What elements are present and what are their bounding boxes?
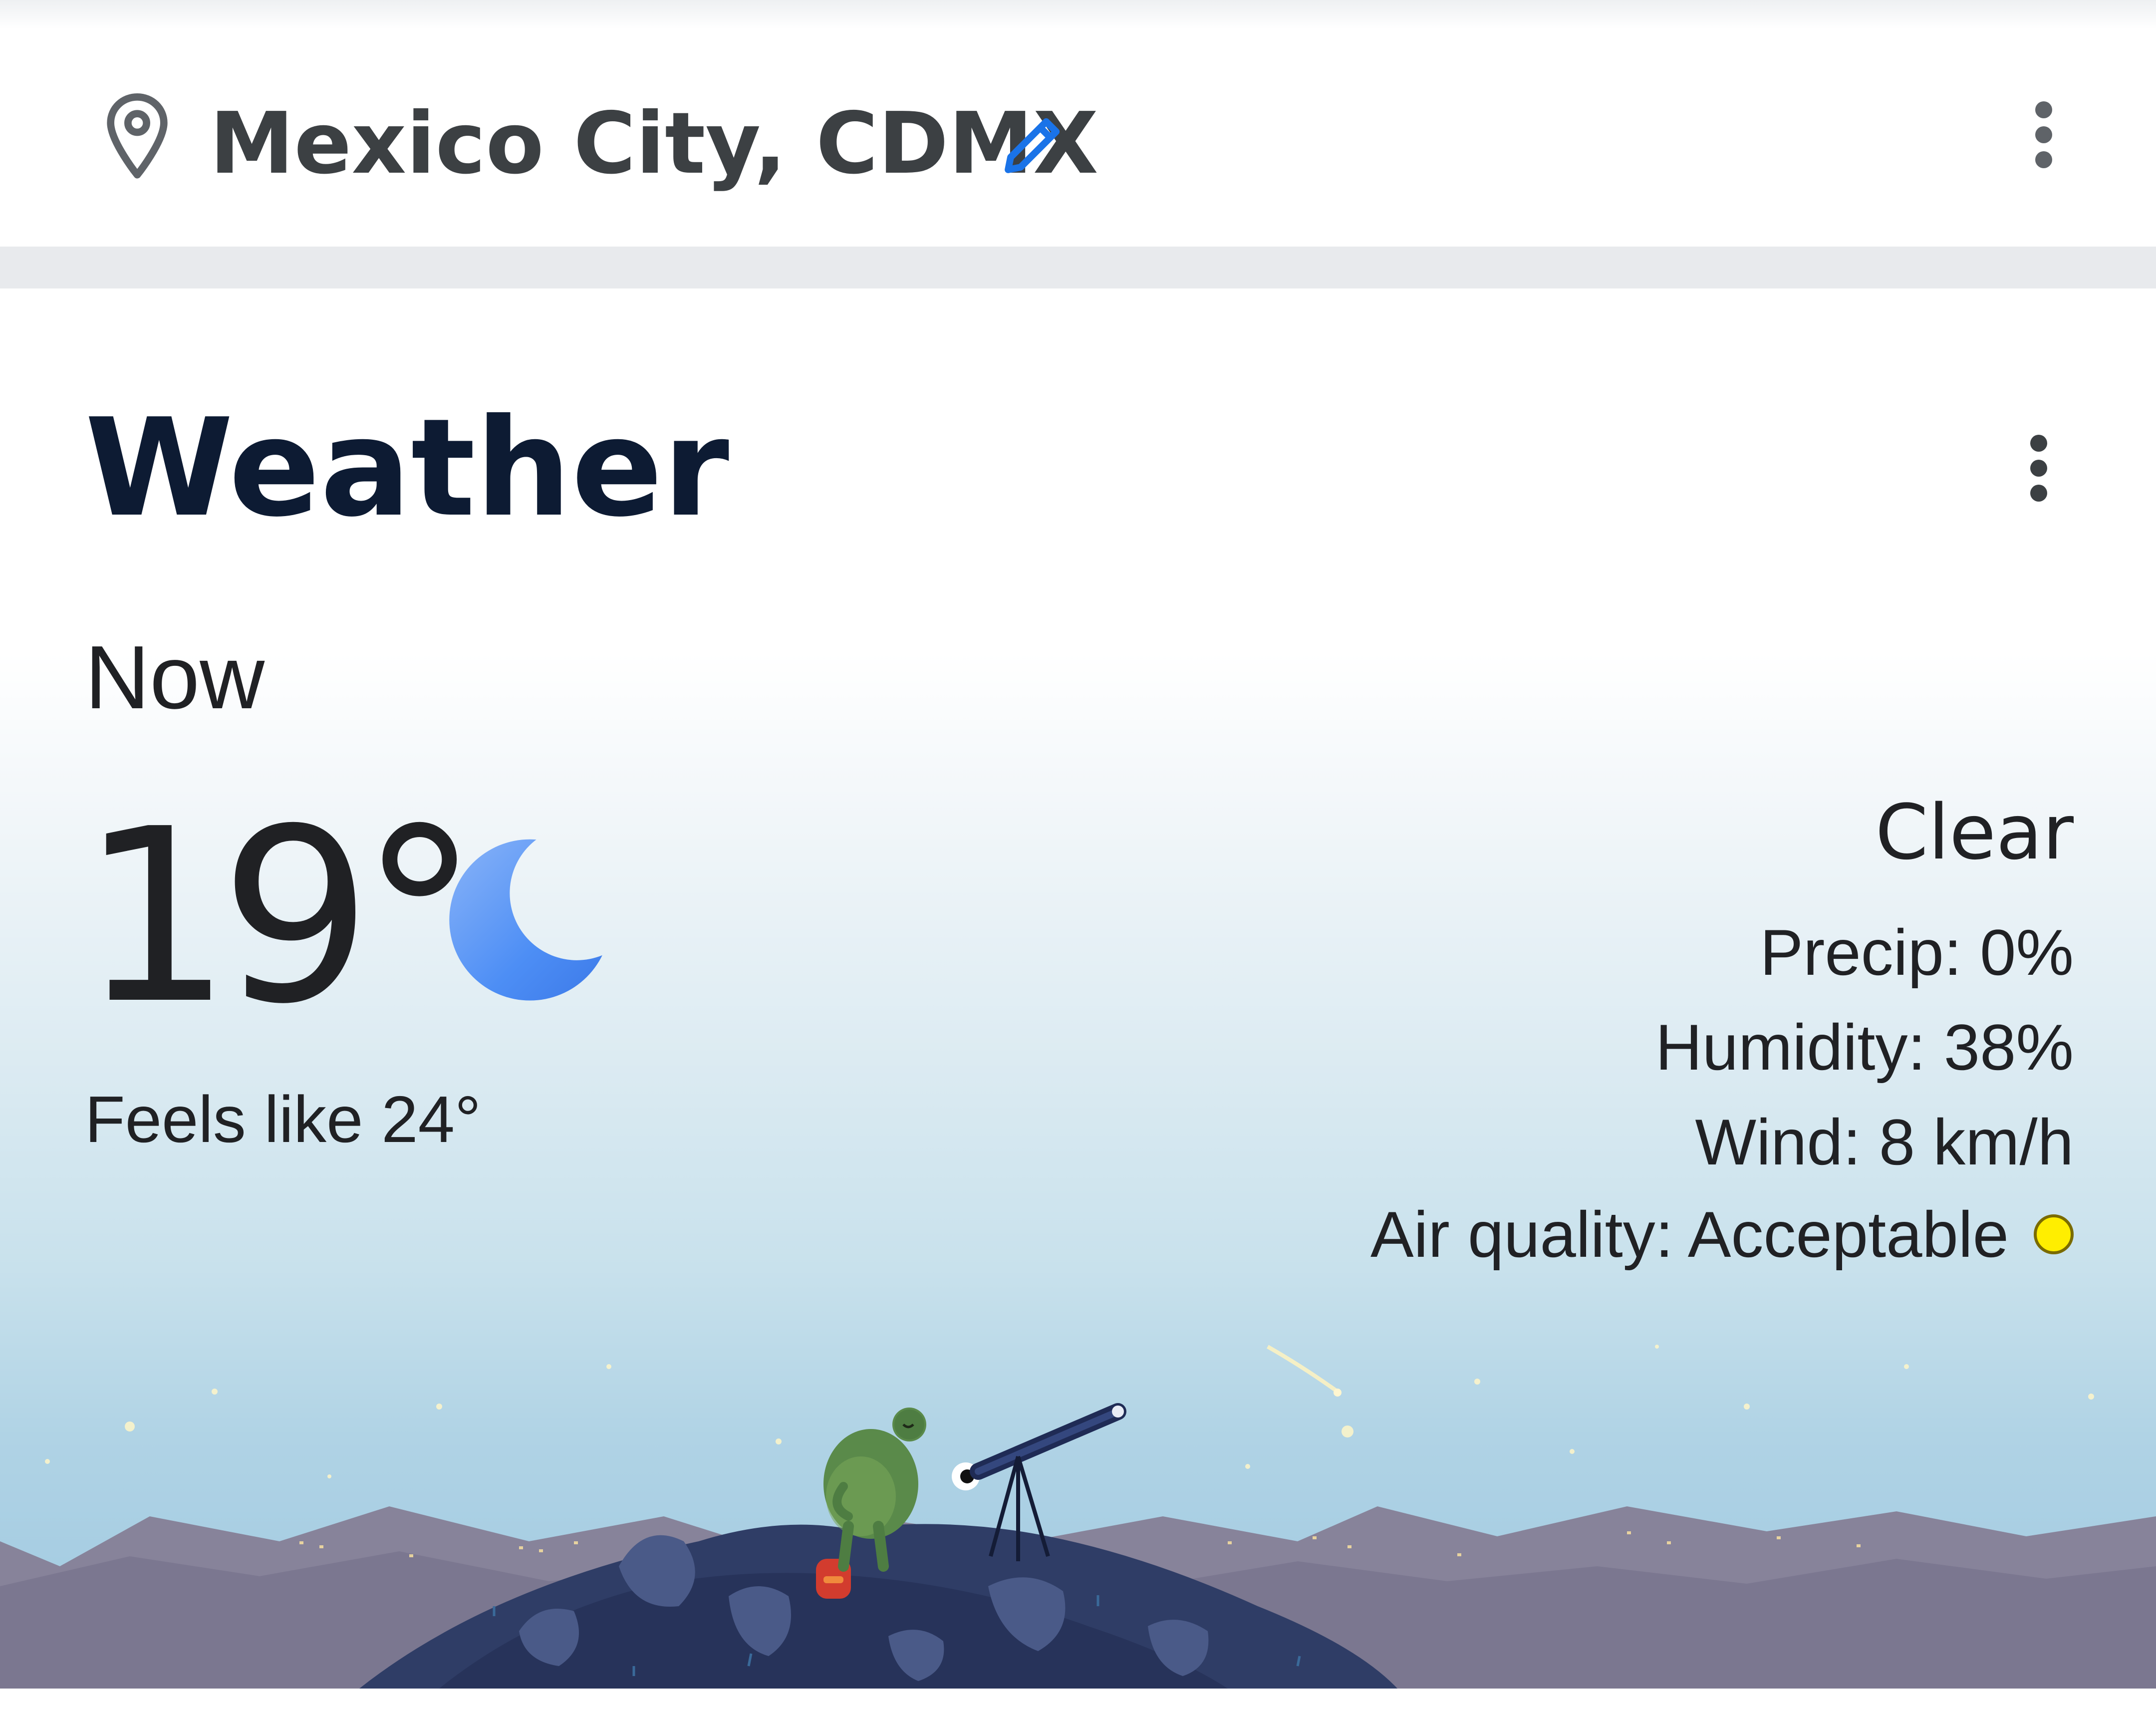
humidity: Humidity: 38% [1655,1011,2074,1084]
card-title: Weather [85,389,730,547]
weather-card: Weather Now 19° Feels like 24° Clear Pre… [0,288,2156,1689]
now-label: Now [85,627,265,728]
precipitation: Precip: 0% [1760,916,2074,989]
more-vert-icon[interactable] [2026,97,2061,172]
moon-icon [449,839,611,1001]
more-vert-icon[interactable] [2021,431,2056,506]
section-divider [0,247,2156,288]
bottom-edge [0,1689,2156,1709]
air-quality: Air quality: Acceptable [1370,1189,2074,1279]
location-name[interactable]: Mexico City, CDMX [210,94,1098,194]
air-quality-indicator [2034,1214,2074,1254]
wind: Wind: 8 km/h [1695,1106,2074,1178]
feels-like: Feels like 24° [85,1083,481,1156]
air-quality-label: Air quality: Acceptable [1370,1198,2009,1271]
top-shadow [0,0,2156,29]
current-temperature: 19° [80,778,480,1057]
pencil-icon[interactable] [996,107,1071,182]
condition-text: Clear [1875,788,2074,876]
map-pin-icon [107,93,168,179]
night-scene-illustration [0,1345,2156,1689]
